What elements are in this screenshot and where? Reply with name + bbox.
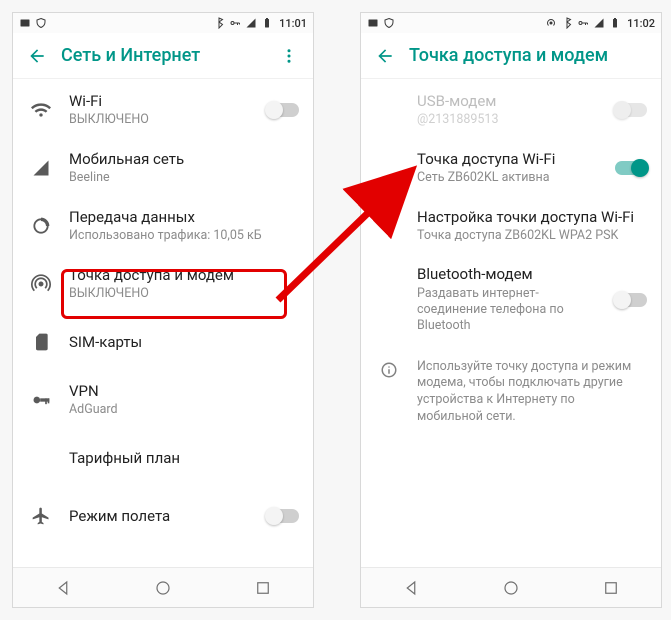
back-button[interactable] bbox=[365, 36, 405, 76]
wifi-icon bbox=[31, 100, 51, 120]
app-bar: Сеть и Интернет bbox=[13, 33, 313, 79]
setting-item-tethering[interactable]: Точка доступа и модем ВЫКЛЮЧЕНО bbox=[13, 255, 313, 313]
usb-tethering-toggle bbox=[615, 103, 647, 117]
item-subtitle: Точка доступа ZB602KL WPA2 PSK bbox=[417, 228, 647, 244]
nav-recents-icon[interactable] bbox=[254, 579, 272, 597]
item-title: Настройка точки доступа Wi-Fi bbox=[417, 208, 647, 227]
setting-item-usb-tethering: USB-модем @2131889513 bbox=[361, 81, 661, 139]
settings-list: USB-модем @2131889513 Точка доступа Wi-F… bbox=[361, 79, 661, 438]
info-text: Используйте точку доступа и режим модема… bbox=[417, 359, 647, 427]
item-title: VPN bbox=[69, 382, 299, 401]
airplane-toggle[interactable] bbox=[267, 509, 299, 523]
info-note: Используйте точку доступа и режим модема… bbox=[361, 345, 661, 437]
item-title: Wi-Fi bbox=[69, 92, 257, 111]
item-title: Передача данных bbox=[69, 208, 299, 227]
setting-item-data-usage[interactable]: Передача данных Использовано трафика: 10… bbox=[13, 197, 313, 255]
sim-icon bbox=[31, 332, 51, 352]
page-title: Точка доступа и модем bbox=[405, 45, 657, 66]
nav-back-icon[interactable] bbox=[54, 579, 72, 597]
hotspot-status-icon bbox=[545, 17, 557, 29]
bluetooth-icon bbox=[213, 17, 225, 29]
app-bar: Точка доступа и модем bbox=[361, 33, 661, 79]
key-icon bbox=[577, 17, 589, 29]
item-title: Bluetooth-модем bbox=[417, 265, 605, 284]
setting-item-wifi-hotspot[interactable]: Точка доступа Wi-Fi Сеть ZB602KL активна bbox=[361, 139, 661, 197]
item-subtitle: Использовано трафика: 10,05 кБ bbox=[69, 228, 299, 244]
item-title: Точка доступа и модем bbox=[69, 266, 299, 285]
wifi-toggle[interactable] bbox=[267, 103, 299, 117]
nav-home-icon[interactable] bbox=[154, 579, 172, 597]
info-icon bbox=[380, 361, 398, 379]
setting-item-wifi[interactable]: Wi-Fi ВЫКЛЮЧЕНО bbox=[13, 81, 313, 139]
setting-item-airplane-mode[interactable]: Режим полета bbox=[13, 487, 313, 545]
setting-item-data-plan[interactable]: Тарифный план bbox=[13, 429, 313, 487]
bluetooth-icon bbox=[561, 17, 573, 29]
item-title: USB-модем bbox=[417, 92, 605, 111]
item-subtitle: Сеть ZB602KL активна bbox=[417, 170, 605, 186]
setting-item-sim-cards[interactable]: SIM-карты bbox=[13, 313, 313, 371]
battery-icon bbox=[261, 17, 273, 29]
navigation-bar bbox=[361, 567, 661, 607]
item-title: Тарифный план bbox=[69, 449, 299, 468]
back-button[interactable] bbox=[17, 36, 57, 76]
hotspot-icon bbox=[31, 274, 51, 294]
item-title: Мобильная сеть bbox=[69, 150, 299, 169]
setting-item-vpn[interactable]: VPN AdGuard bbox=[13, 371, 313, 429]
nav-back-icon[interactable] bbox=[402, 579, 420, 597]
status-bar: 11:01 bbox=[13, 13, 313, 33]
data-usage-icon bbox=[31, 216, 51, 236]
signal-icon bbox=[245, 17, 257, 29]
nav-home-icon[interactable] bbox=[502, 579, 520, 597]
key-icon bbox=[229, 17, 241, 29]
overflow-menu-button[interactable] bbox=[269, 36, 309, 76]
setting-item-mobile-network[interactable]: Мобильная сеть Beeline bbox=[13, 139, 313, 197]
status-time: 11:01 bbox=[279, 17, 307, 30]
phone-right-tethering-settings: 11:02 Точка доступа и модем USB-модем @2… bbox=[360, 12, 662, 608]
item-subtitle: Раздавать интернет-соединение телефона п… bbox=[417, 286, 605, 335]
vpn-key-icon bbox=[31, 390, 51, 410]
item-subtitle: AdGuard bbox=[69, 402, 299, 418]
shield-icon bbox=[383, 17, 395, 29]
item-title: Режим полета bbox=[69, 507, 257, 526]
item-subtitle: Beeline bbox=[69, 170, 299, 186]
item-subtitle: ВЫКЛЮЧЕНО bbox=[69, 112, 257, 128]
battery-icon bbox=[609, 17, 621, 29]
setting-item-hotspot-config[interactable]: Настройка точки доступа Wi-Fi Точка дост… bbox=[361, 197, 661, 255]
bluetooth-tethering-toggle[interactable] bbox=[615, 293, 647, 307]
item-subtitle: ВЫКЛЮЧЕНО bbox=[69, 286, 299, 302]
setting-item-bluetooth-tethering[interactable]: Bluetooth-модем Раздавать интернет-соеди… bbox=[361, 255, 661, 345]
image-icon bbox=[367, 17, 379, 29]
page-title: Сеть и Интернет bbox=[57, 45, 269, 66]
nav-recents-icon[interactable] bbox=[602, 579, 620, 597]
signal-icon bbox=[593, 17, 605, 29]
signal-icon bbox=[31, 158, 51, 178]
item-subtitle: @2131889513 bbox=[417, 112, 605, 128]
item-title: SIM-карты bbox=[69, 333, 299, 352]
navigation-bar bbox=[13, 567, 313, 607]
phone-left-network-settings: 11:01 Сеть и Интернет Wi-Fi ВЫКЛЮЧЕНО Мо… bbox=[12, 12, 314, 608]
item-title: Точка доступа Wi-Fi bbox=[417, 150, 605, 169]
settings-list: Wi-Fi ВЫКЛЮЧЕНО Мобильная сеть Beeline П… bbox=[13, 79, 313, 547]
wifi-hotspot-toggle[interactable] bbox=[615, 161, 647, 175]
status-time: 11:02 bbox=[627, 17, 655, 30]
shield-icon bbox=[35, 17, 47, 29]
airplane-icon bbox=[31, 506, 51, 526]
image-icon bbox=[19, 17, 31, 29]
status-bar: 11:02 bbox=[361, 13, 661, 33]
